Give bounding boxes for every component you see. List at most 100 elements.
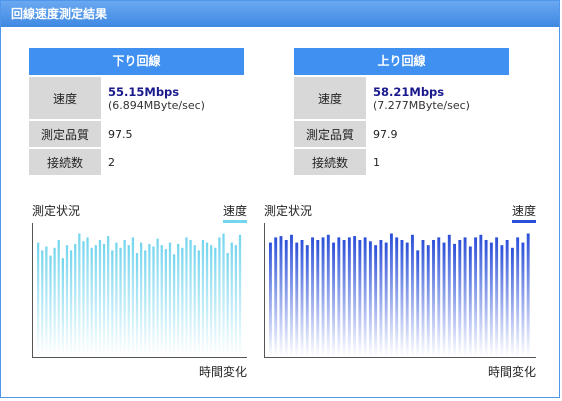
download-bar <box>185 237 188 357</box>
window-title: 回線速度測定結果 <box>1 1 559 27</box>
download-connections-row: 接続数 2 <box>29 149 244 175</box>
upload-bar <box>426 245 430 357</box>
download-bar <box>193 245 196 357</box>
download-bar <box>98 240 102 357</box>
upload-bar <box>384 242 388 357</box>
upload-chart-title: 測定状況 <box>264 204 313 218</box>
upload-bar <box>321 237 325 357</box>
upload-quality-label: 測定品質 <box>294 121 366 147</box>
upload-bar <box>400 240 404 357</box>
upload-bar <box>279 236 283 357</box>
upload-bars <box>269 233 530 357</box>
upload-bar <box>311 237 314 357</box>
download-bar <box>78 233 81 357</box>
upload-bar <box>300 240 304 357</box>
upload-bar <box>353 236 357 357</box>
upload-bar <box>437 237 441 357</box>
upload-bar <box>463 237 467 357</box>
upload-bar <box>442 242 446 357</box>
upload-bar <box>326 234 330 357</box>
download-bar <box>127 245 130 357</box>
upload-legend-label: 速度 <box>511 204 536 218</box>
download-bar <box>74 243 77 357</box>
download-bar <box>144 250 147 357</box>
download-bar <box>214 247 217 357</box>
download-header: 下り回線 <box>29 48 244 75</box>
upload-bar <box>332 242 336 357</box>
upload-panel: 上り回線 速度 58.21Mbps (7.277MByte/sec) 測定品質 … <box>294 48 509 175</box>
download-bar <box>131 237 135 357</box>
download-speed-value-cell: 55.15Mbps (6.894MByte/sec) <box>101 77 205 119</box>
download-bar <box>222 233 225 357</box>
download-bar <box>94 245 97 357</box>
upload-bar <box>474 237 478 357</box>
upload-bar <box>416 250 420 357</box>
download-connections-value: 2 <box>108 155 115 169</box>
download-bar <box>123 240 126 357</box>
download-bar <box>111 250 114 357</box>
upload-quality-value: 97.9 <box>373 127 398 141</box>
download-legend-label: 速度 <box>222 204 247 218</box>
download-bar <box>115 242 118 357</box>
download-bar <box>86 237 89 357</box>
download-quality-value: 97.5 <box>108 127 133 141</box>
upload-bar <box>368 241 372 357</box>
download-bar <box>135 253 139 357</box>
upload-bar <box>374 245 378 357</box>
download-bar <box>230 242 233 357</box>
upload-connections-value: 1 <box>373 155 380 169</box>
download-bar <box>218 237 221 357</box>
download-bar <box>210 245 213 357</box>
upload-bar <box>453 243 456 357</box>
download-speed-row: 速度 55.15Mbps (6.894MByte/sec) <box>29 77 244 119</box>
download-bar <box>140 242 143 357</box>
upload-bar <box>305 245 309 357</box>
upload-speed-row: 速度 58.21Mbps (7.277MByte/sec) <box>294 77 509 119</box>
upload-bar <box>389 233 393 357</box>
upload-bar <box>495 237 499 357</box>
download-bar <box>37 242 40 357</box>
upload-speed-value: 58.21Mbps <box>373 84 445 99</box>
download-speed-value: 55.15Mbps <box>108 84 180 99</box>
upload-header: 上り回線 <box>294 48 509 75</box>
download-bar <box>49 255 52 357</box>
download-bar <box>156 238 159 357</box>
download-bar <box>57 240 60 357</box>
download-bar <box>69 250 73 357</box>
upload-bar <box>290 234 293 357</box>
upload-bar <box>479 234 483 357</box>
upload-bar <box>274 237 278 357</box>
download-speed-sub: (6.894MByte/sec) <box>108 98 205 112</box>
upload-bar <box>379 240 383 357</box>
download-bar <box>119 247 122 357</box>
download-chart-plot <box>32 223 247 358</box>
download-bar <box>41 250 44 357</box>
download-bar <box>234 245 238 357</box>
download-bar <box>168 242 172 357</box>
upload-bar <box>421 240 425 357</box>
upload-chart-xlabel: 時間変化 <box>487 365 536 379</box>
upload-connections-label: 接続数 <box>294 149 366 175</box>
upload-bar <box>505 240 509 357</box>
upload-connections-row: 接続数 1 <box>294 149 509 175</box>
download-chart-legend: 速度 <box>222 202 247 223</box>
download-bar <box>148 243 151 357</box>
download-bar <box>53 247 56 357</box>
download-bar <box>177 243 180 357</box>
download-quality-label: 測定品質 <box>29 121 101 147</box>
upload-bar <box>489 242 493 357</box>
upload-bar <box>284 240 288 357</box>
upload-bar <box>468 246 472 357</box>
download-bar <box>45 246 48 357</box>
download-bar <box>189 240 192 357</box>
download-bar <box>65 245 69 357</box>
upload-quality-row: 測定品質 97.9 <box>294 121 509 147</box>
upload-chart-legend: 速度 <box>511 202 536 223</box>
upload-bar <box>484 240 488 357</box>
download-bar <box>181 247 184 357</box>
download-bar <box>102 243 106 357</box>
upload-bar <box>395 237 399 357</box>
upload-bar <box>500 245 504 357</box>
upload-bar <box>432 240 435 357</box>
download-bar <box>160 245 163 357</box>
